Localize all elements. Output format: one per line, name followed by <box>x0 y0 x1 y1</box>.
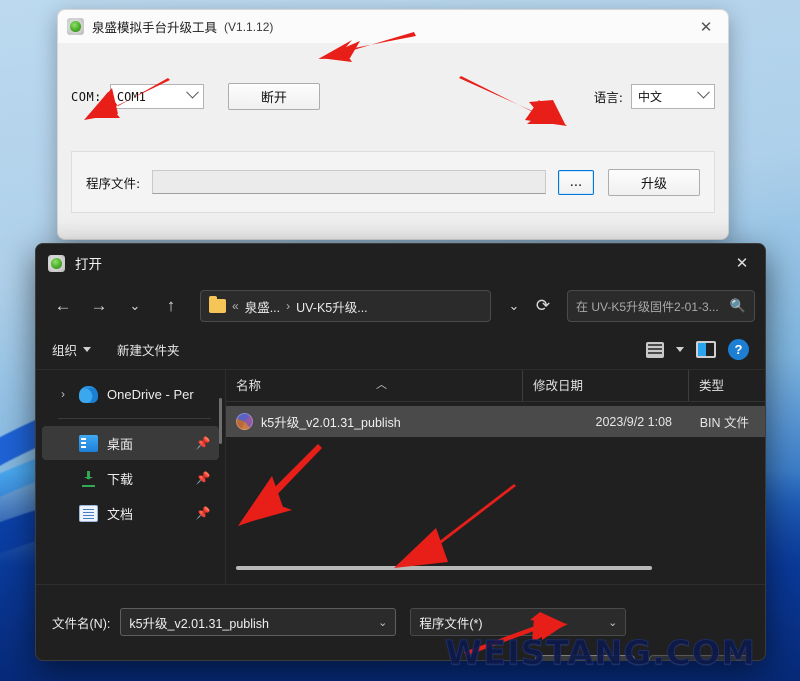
breadcrumb-prefix: « <box>232 299 239 313</box>
file-type-cell: BIN 文件 <box>688 412 765 431</box>
chevron-right-icon[interactable]: › <box>56 387 70 401</box>
breadcrumb[interactable]: « 泉盛... › UV-K5升级... <box>200 290 491 322</box>
table-row[interactable]: k5升级_v2.01.31_publish 2023/9/2 1:08 BIN … <box>226 406 765 437</box>
filename-label: 文件名(N): <box>52 613 110 632</box>
screen: 泉盛模拟手台升级工具 (V1.1.12) ✕ COM: COM1 断开 语言: … <box>0 0 800 681</box>
recent-locations-icon[interactable]: ⌄ <box>118 290 152 322</box>
sort-ascending-icon: ︿ <box>376 376 387 392</box>
view-dropdown-icon[interactable] <box>676 347 684 352</box>
filename-input[interactable]: k5升级_v2.01.31_publish ⌄ <box>120 608 396 636</box>
com-port-value: COM1 <box>117 90 146 104</box>
sidebar-item-label: 下载 <box>107 469 133 488</box>
open-file-dialog: 打开 ✕ ← → ⌄ ↑ « 泉盛... › UV-K5升级... ⌄ ⟳ 在 … <box>35 243 766 661</box>
dialog-title: 打开 <box>75 253 102 273</box>
app-logo-icon <box>48 255 65 272</box>
sidebar-item-desktop[interactable]: 桌面 📌 <box>42 426 219 460</box>
close-icon[interactable]: ✕ <box>684 11 728 43</box>
chevron-down-icon <box>697 86 710 99</box>
file-name-text: k5升级_v2.01.31_publish <box>261 412 401 431</box>
sidebar-item-downloads[interactable]: 下载 📌 <box>42 461 219 495</box>
dialog-toolbar: 组织 新建文件夹 ? <box>36 330 765 370</box>
bin-file-icon <box>236 413 253 430</box>
file-type-filter-select[interactable]: 程序文件(*) ⌄ <box>410 608 626 636</box>
language-select[interactable]: 中文 <box>631 84 715 109</box>
search-icon: 🔍 <box>730 298 746 314</box>
close-icon[interactable]: ✕ <box>719 245 765 282</box>
upgrade-tool-window: 泉盛模拟手台升级工具 (V1.1.12) ✕ COM: COM1 断开 语言: … <box>57 9 729 240</box>
app-logo-icon <box>67 18 84 35</box>
program-file-label: 程序文件: <box>86 173 140 192</box>
tool-body: COM: COM1 断开 语言: 中文 程序文件: ... <box>58 43 728 239</box>
preview-pane-icon[interactable] <box>696 341 716 358</box>
dialog-main: › OneDrive - Per 桌面 📌 下载 📌 <box>36 370 765 584</box>
tool-titlebar: 泉盛模拟手台升级工具 (V1.1.12) ✕ <box>58 10 728 43</box>
dialog-sidebar: › OneDrive - Per 桌面 📌 下载 📌 <box>36 370 226 584</box>
breadcrumb-dropdown-icon[interactable]: ⌄ <box>501 290 527 322</box>
com-port-select[interactable]: COM1 <box>110 84 204 109</box>
breadcrumb-item-0[interactable]: 泉盛... <box>245 297 280 316</box>
watermark: WEISTANG.COM <box>445 633 756 672</box>
back-icon[interactable]: ← <box>46 290 80 322</box>
folder-icon <box>209 299 226 313</box>
com-row: COM: COM1 断开 语言: 中文 <box>71 83 715 110</box>
view-list-icon[interactable] <box>646 342 664 358</box>
horizontal-scrollbar[interactable] <box>236 566 652 570</box>
search-placeholder: 在 UV-K5升级固件2-01-3... <box>576 298 719 315</box>
up-icon[interactable]: ↑ <box>154 290 188 322</box>
sidebar-divider <box>58 418 211 419</box>
com-label: COM: <box>71 90 102 104</box>
sidebar-scrollbar[interactable] <box>219 398 222 444</box>
filter-value: 程序文件(*) <box>419 613 482 632</box>
chevron-down-icon[interactable]: ⌄ <box>378 616 387 629</box>
dialog-titlebar: 打开 ✕ <box>36 244 765 282</box>
file-name-cell[interactable]: k5升级_v2.01.31_publish <box>226 412 522 431</box>
filename-row: 文件名(N): k5升级_v2.01.31_publish ⌄ 程序文件(*) … <box>52 608 749 636</box>
breadcrumb-item-1[interactable]: UV-K5升级... <box>296 297 368 316</box>
new-folder-button[interactable]: 新建文件夹 <box>117 340 180 359</box>
sidebar-item-onedrive[interactable]: › OneDrive - Per <box>42 377 219 411</box>
upgrade-button[interactable]: 升级 <box>608 169 700 196</box>
organize-button[interactable]: 组织 <box>52 340 91 359</box>
chevron-down-icon[interactable]: ⌄ <box>608 616 617 629</box>
search-input[interactable]: 在 UV-K5升级固件2-01-3... 🔍 <box>567 290 755 322</box>
sidebar-item-label: 桌面 <box>107 434 133 453</box>
browse-button[interactable]: ... <box>558 170 594 195</box>
pin-icon[interactable]: 📌 <box>197 436 209 450</box>
pin-icon[interactable]: 📌 <box>197 506 209 520</box>
onedrive-icon <box>79 386 98 403</box>
column-header-date[interactable]: 修改日期 <box>522 370 688 401</box>
tool-window-version: (V1.1.12) <box>224 20 273 34</box>
language-value: 中文 <box>638 88 662 105</box>
filename-value: k5升级_v2.01.31_publish <box>129 613 269 632</box>
help-icon[interactable]: ? <box>728 339 749 360</box>
tool-window-title: 泉盛模拟手台升级工具 <box>92 17 217 36</box>
pin-icon[interactable]: 📌 <box>197 471 209 485</box>
sidebar-item-label: OneDrive - Per <box>107 387 194 402</box>
sidebar-item-label: 文档 <box>107 504 133 523</box>
chevron-down-icon <box>83 347 91 352</box>
column-header-type[interactable]: 类型 <box>688 370 765 401</box>
downloads-icon <box>79 470 98 487</box>
organize-label: 组织 <box>52 340 77 359</box>
language-label: 语言: <box>594 87 623 106</box>
disconnect-button[interactable]: 断开 <box>228 83 320 110</box>
desktop-icon <box>79 435 98 452</box>
column-header-name[interactable]: 名称 <box>226 370 522 401</box>
documents-icon <box>79 505 98 522</box>
refresh-icon[interactable]: ⟳ <box>529 290 557 322</box>
program-file-row: 程序文件: ... 升级 <box>71 151 715 213</box>
sidebar-item-documents[interactable]: 文档 📌 <box>42 496 219 530</box>
dialog-navigation-bar: ← → ⌄ ↑ « 泉盛... › UV-K5升级... ⌄ ⟳ 在 UV-K5… <box>36 282 765 330</box>
program-file-input[interactable] <box>152 170 546 194</box>
breadcrumb-separator: › <box>286 299 290 313</box>
file-date-cell: 2023/9/2 1:08 <box>522 415 688 429</box>
chevron-down-icon <box>186 86 199 99</box>
file-list-header: 名称 修改日期 类型 ︿ <box>226 370 765 402</box>
forward-icon[interactable]: → <box>82 290 116 322</box>
file-list: 名称 修改日期 类型 ︿ k5升级_v2.01.31_publish 2023/… <box>226 370 765 584</box>
